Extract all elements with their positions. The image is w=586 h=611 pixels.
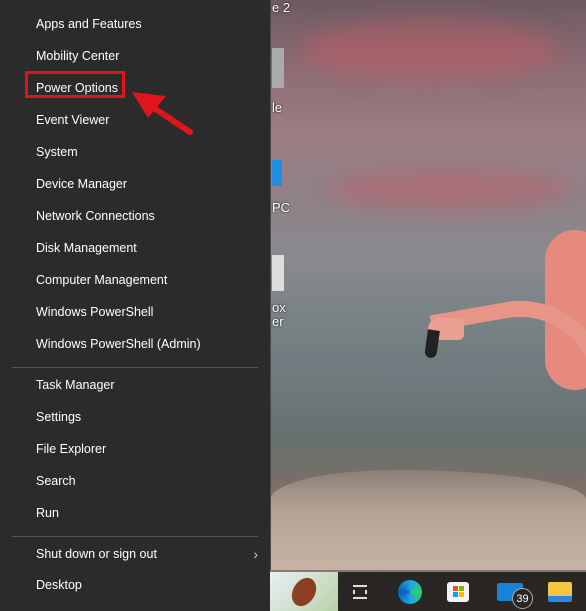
menu-item-system[interactable]: System <box>0 136 270 168</box>
menu-item-windows-powershell[interactable]: Windows PowerShell <box>0 296 270 328</box>
store-icon[interactable] <box>438 572 478 611</box>
menu-item-search[interactable]: Search <box>0 465 270 497</box>
menu-item-shut-down-or-sign-out[interactable]: Shut down or sign out › <box>0 538 270 570</box>
menu-item-label: Shut down or sign out <box>36 547 157 561</box>
menu-item-label: Apps and Features <box>36 17 142 31</box>
desktop-icon-label[interactable]: e 2 <box>272 0 290 15</box>
menu-item-run[interactable]: Run <box>0 497 270 529</box>
recycle-bin-icon[interactable] <box>272 255 284 291</box>
football-widget-icon[interactable] <box>270 572 338 611</box>
menu-item-label: Mobility Center <box>36 49 120 63</box>
chevron-right-icon: › <box>253 546 258 562</box>
menu-item-label: Windows PowerShell (Admin) <box>36 337 201 351</box>
taskbar <box>270 572 586 611</box>
desktop-icon-label[interactable]: ox <box>272 300 286 315</box>
menu-item-label: Device Manager <box>36 177 128 191</box>
menu-item-label: Task Manager <box>36 378 115 392</box>
menu-item-disk-management[interactable]: Disk Management <box>0 232 270 264</box>
edge-icon[interactable] <box>390 572 430 611</box>
menu-bottom: Desktop <box>0 570 270 611</box>
menu-item-settings[interactable]: Settings <box>0 401 270 433</box>
menu-item-device-manager[interactable]: Device Manager <box>0 168 270 200</box>
menu-item-file-explorer[interactable]: File Explorer <box>0 433 270 465</box>
desktop-icon[interactable] <box>272 48 284 88</box>
menu-item-apps-and-features[interactable]: Apps and Features <box>0 8 270 40</box>
desktop-icon-label[interactable]: le <box>272 100 282 115</box>
menu-item-computer-management[interactable]: Computer Management <box>0 264 270 296</box>
desktop-icon-label[interactable]: PC <box>272 200 290 215</box>
menu-item-task-manager[interactable]: Task Manager <box>0 369 270 401</box>
menu-item-label: Network Connections <box>36 209 155 223</box>
task-view-icon[interactable] <box>340 572 380 611</box>
menu-item-network-connections[interactable]: Network Connections <box>0 200 270 232</box>
menu-item-windows-powershell-admin[interactable]: Windows PowerShell (Admin) <box>0 328 270 360</box>
menu-item-label: Settings <box>36 410 82 424</box>
menu-item-label: Disk Management <box>36 241 137 255</box>
desktop-icon-label[interactable]: er <box>272 314 284 329</box>
flamingo-neck <box>429 286 586 450</box>
menu-divider <box>12 536 258 537</box>
menu-item-label: Event Viewer <box>36 113 110 127</box>
menu-divider <box>12 367 258 368</box>
this-pc-icon[interactable] <box>272 160 282 186</box>
menu-item-label: Run <box>36 506 59 520</box>
menu-item-label: Computer Management <box>36 273 168 287</box>
rock-shore <box>270 470 586 570</box>
annotation-highlight-box <box>25 71 125 98</box>
cloud <box>300 20 560 80</box>
menu-item-desktop-label[interactable]: Desktop <box>36 578 82 592</box>
menu-item-label: System <box>36 145 78 159</box>
file-explorer-icon[interactable] <box>540 572 580 611</box>
annotation-arrow-icon <box>132 92 193 135</box>
menu-item-label: Windows PowerShell <box>36 305 154 319</box>
mail-unread-badge: 39 <box>512 588 533 609</box>
menu-item-label: File Explorer <box>36 442 107 456</box>
menu-item-label: Search <box>36 474 76 488</box>
menu-item-mobility-center[interactable]: Mobility Center <box>0 40 270 72</box>
cloud <box>330 170 570 210</box>
